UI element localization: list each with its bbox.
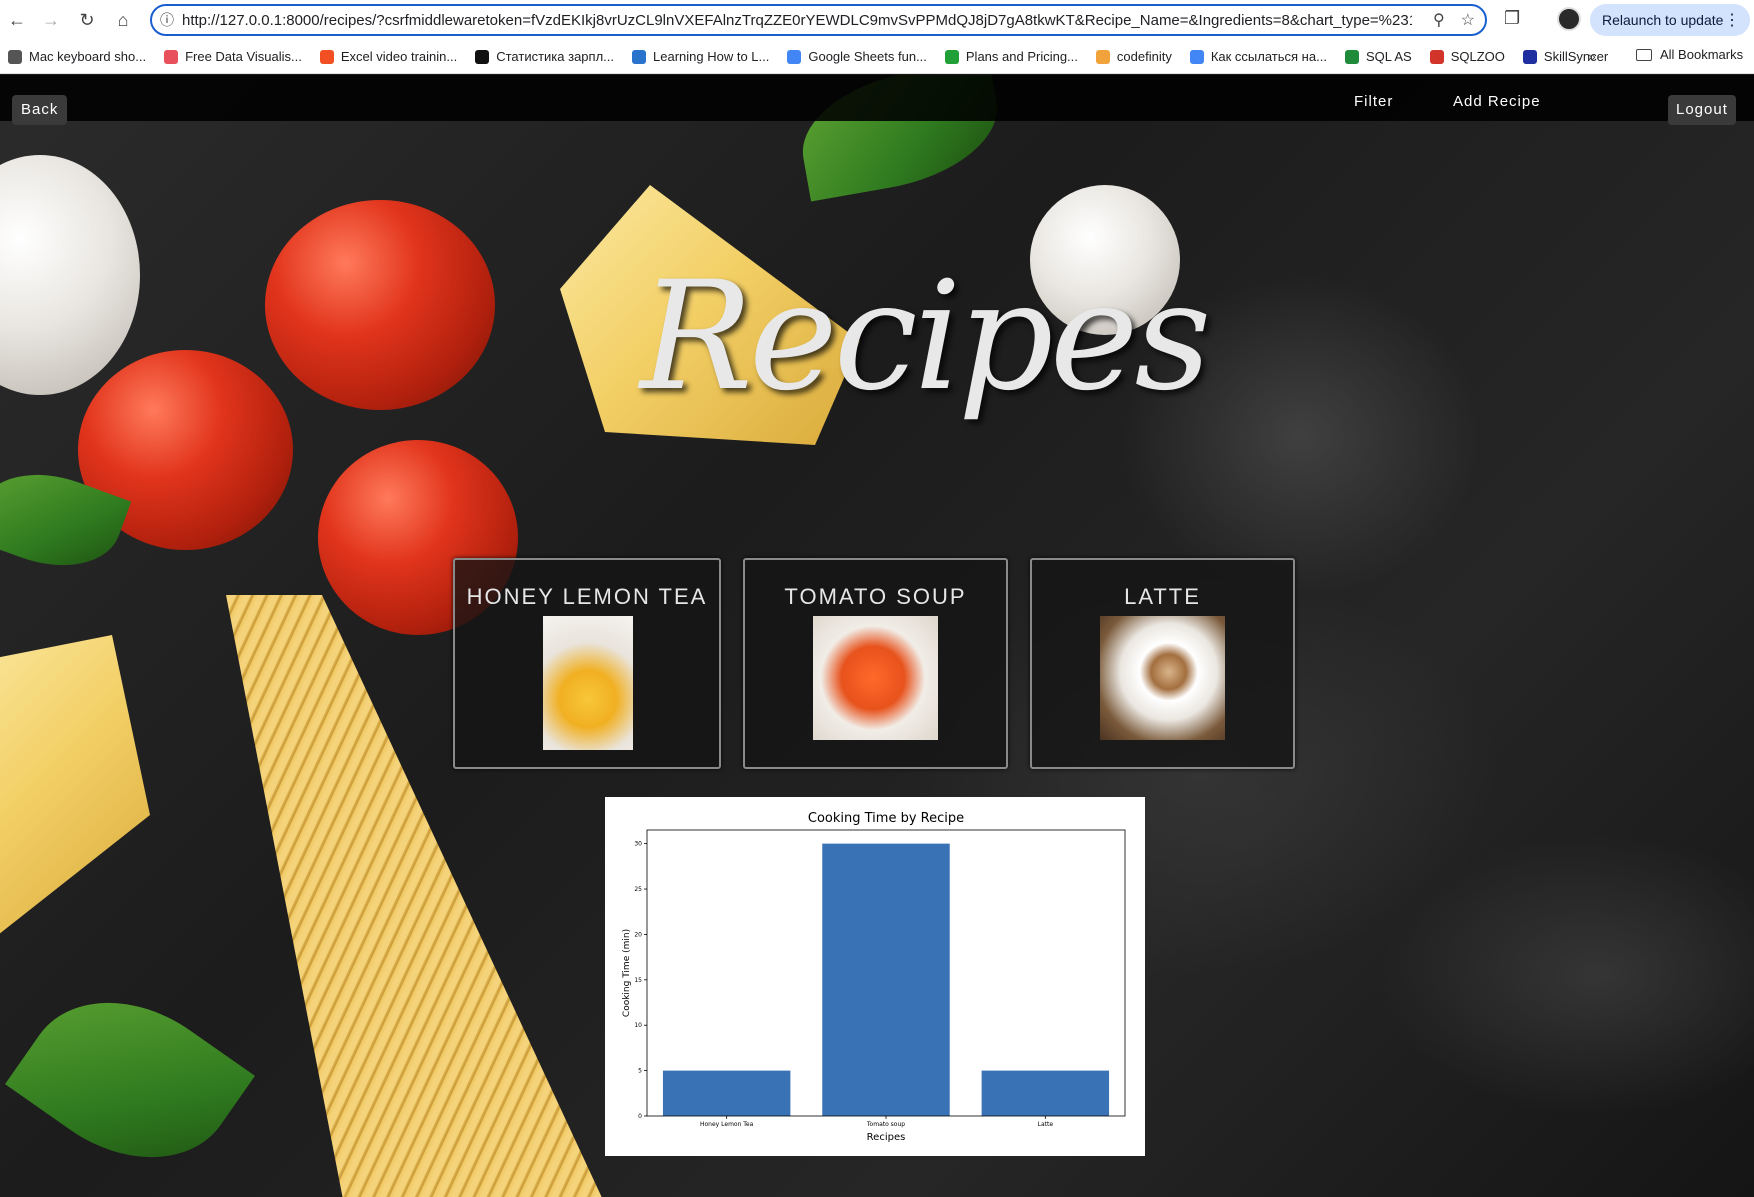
bookmark-label: Excel video trainin...: [340, 49, 458, 64]
tomato-decoration: [265, 200, 495, 410]
recipe-image-honey-lemon-tea[interactable]: [543, 616, 633, 750]
bookmark-favicon-icon: [319, 49, 334, 64]
recipe-card-honey-lemon-tea[interactable]: HONEY LEMON TEA: [453, 558, 721, 769]
bookmark-label: SQL AS: [1365, 49, 1412, 64]
chart-bar: [822, 843, 950, 1116]
x-tick-label: Tomato soup: [866, 1121, 905, 1128]
more-menu-icon[interactable]: ⋮: [1724, 10, 1740, 30]
bookmark-favicon-icon: [1344, 49, 1359, 64]
relaunch-label: Relaunch to update: [1602, 12, 1724, 28]
bookmark-star-icon[interactable]: ☆: [1461, 10, 1475, 30]
profile-avatar[interactable]: [1557, 7, 1581, 31]
bookmark-label: Google Sheets fun...: [808, 49, 927, 64]
x-tick-label: Honey Lemon Tea: [700, 1121, 754, 1128]
bookmark-item[interactable]: Google Sheets fun...: [787, 49, 927, 64]
logout-button[interactable]: Logout: [1668, 95, 1736, 125]
recipe-card-latte[interactable]: LATTE: [1030, 558, 1295, 769]
page-title: Recipes: [640, 250, 1211, 424]
relaunch-button[interactable]: Relaunch to update ⋮: [1590, 4, 1750, 36]
bookmark-item[interactable]: Excel video trainin...: [319, 49, 458, 64]
folder-icon: [1636, 48, 1652, 61]
back-button[interactable]: Back: [12, 95, 68, 125]
x-axis-label: Recipes: [867, 1132, 906, 1143]
bookmark-item[interactable]: Free Data Visualis...: [164, 49, 302, 64]
site-info-icon[interactable]: ⓘ: [152, 10, 182, 30]
bookmark-label: codefinity: [1116, 49, 1172, 64]
bookmark-favicon-icon: [1429, 49, 1444, 64]
y-axis-label: Cooking Time (min): [622, 929, 632, 1017]
y-tick-label: 0: [638, 1113, 642, 1120]
recipes-page: Back Filter Add Recipe Logout Recipes HO…: [0, 75, 1754, 1197]
filter-link[interactable]: Filter: [1354, 93, 1393, 110]
y-tick-label: 25: [634, 886, 642, 893]
bookmark-favicon-icon: [944, 49, 959, 64]
recipe-card-title[interactable]: HONEY LEMON TEA: [455, 584, 719, 610]
bookmark-label: Free Data Visualis...: [185, 49, 302, 64]
y-tick-label: 20: [634, 931, 642, 938]
browser-toolbar: ← → ↻ ⌂ ⓘ http://127.0.0.1:8000/recipes/…: [0, 0, 1754, 40]
recipe-card-title[interactable]: TOMATO SOUP: [745, 584, 1006, 610]
all-bookmarks-label: All Bookmarks: [1660, 47, 1744, 62]
more-bookmarks-icon[interactable]: »: [1588, 48, 1596, 64]
y-tick-label: 15: [634, 977, 642, 984]
bookmark-label: Mac keyboard sho...: [29, 49, 147, 64]
cheese-decoration: [0, 635, 150, 935]
extensions-icon[interactable]: ❐: [1504, 8, 1520, 29]
cooking-time-chart: Cooking Time by Recipe Honey Lemon Tea Tom…: [605, 797, 1145, 1156]
x-tick-label: Latte: [1038, 1121, 1054, 1128]
bookmark-item[interactable]: SQL AS: [1344, 49, 1412, 64]
bookmark-label: Статистика зарпл...: [496, 49, 614, 64]
back-arrow-icon[interactable]: ←: [0, 3, 34, 37]
bookmark-item[interactable]: Как ссылаться на...: [1189, 49, 1327, 64]
bookmarks-bar: Mac keyboard sho... Free Data Visualis...…: [0, 40, 1754, 74]
add-recipe-link[interactable]: Add Recipe: [1453, 93, 1541, 110]
basil-decoration: [5, 961, 255, 1197]
bookmark-item[interactable]: Mac keyboard sho...: [8, 49, 146, 64]
y-tick-label: 5: [638, 1068, 642, 1075]
y-tick-label: 10: [634, 1022, 642, 1029]
forward-arrow-icon[interactable]: →: [34, 3, 68, 37]
chart-bar: [981, 1070, 1110, 1116]
recipe-card-title[interactable]: LATTE: [1032, 584, 1293, 610]
url-text[interactable]: http://127.0.0.1:8000/recipes/?csrfmiddl…: [182, 12, 1412, 29]
home-icon[interactable]: ⌂: [106, 3, 140, 37]
bookmark-item[interactable]: Plans and Pricing...: [944, 49, 1078, 64]
bookmark-label: SQLZOO: [1450, 49, 1505, 64]
reload-icon[interactable]: ↻: [70, 3, 104, 37]
bookmark-label: Как ссылаться на...: [1210, 49, 1327, 64]
bookmark-favicon-icon: [1522, 49, 1537, 64]
bookmark-favicon-icon: [475, 49, 490, 64]
bookmark-favicon-icon: [1189, 49, 1204, 64]
chart-title: Cooking Time by Recipe: [808, 811, 964, 826]
bookmark-item[interactable]: codefinity: [1095, 49, 1172, 64]
bookmark-favicon-icon: [632, 49, 646, 64]
recipe-image-latte[interactable]: [1100, 616, 1225, 740]
recipe-card-tomato-soup[interactable]: TOMATO SOUP: [743, 558, 1008, 769]
bookmark-label: Learning How to L...: [653, 49, 770, 64]
bookmark-favicon-icon: [1095, 49, 1110, 64]
garlic-decoration: [0, 155, 140, 395]
recipe-image-tomato-soup[interactable]: [813, 616, 938, 740]
bookmark-favicon-icon: [787, 49, 802, 64]
bookmark-item[interactable]: Learning How to L...: [632, 49, 769, 64]
bookmark-item[interactable]: Статистика зарпл...: [475, 49, 614, 64]
bookmark-item[interactable]: SQLZOO: [1429, 49, 1505, 64]
address-bar[interactable]: ⓘ http://127.0.0.1:8000/recipes/?csrfmid…: [150, 4, 1487, 36]
bar-chart-svg: Cooking Time by Recipe Honey Lemon Tea Tom…: [622, 811, 1126, 1143]
bookmark-label: SkillSyncer: [1543, 49, 1609, 64]
zoom-icon[interactable]: ⚲: [1433, 10, 1445, 30]
chart-bar: [662, 1070, 791, 1116]
all-bookmarks-button[interactable]: All Bookmarks: [1636, 47, 1743, 62]
bookmark-favicon-icon: [8, 49, 22, 64]
bookmark-favicon-icon: [164, 49, 179, 64]
bookmark-label: Plans and Pricing...: [965, 49, 1078, 64]
y-tick-label: 30: [634, 841, 642, 848]
